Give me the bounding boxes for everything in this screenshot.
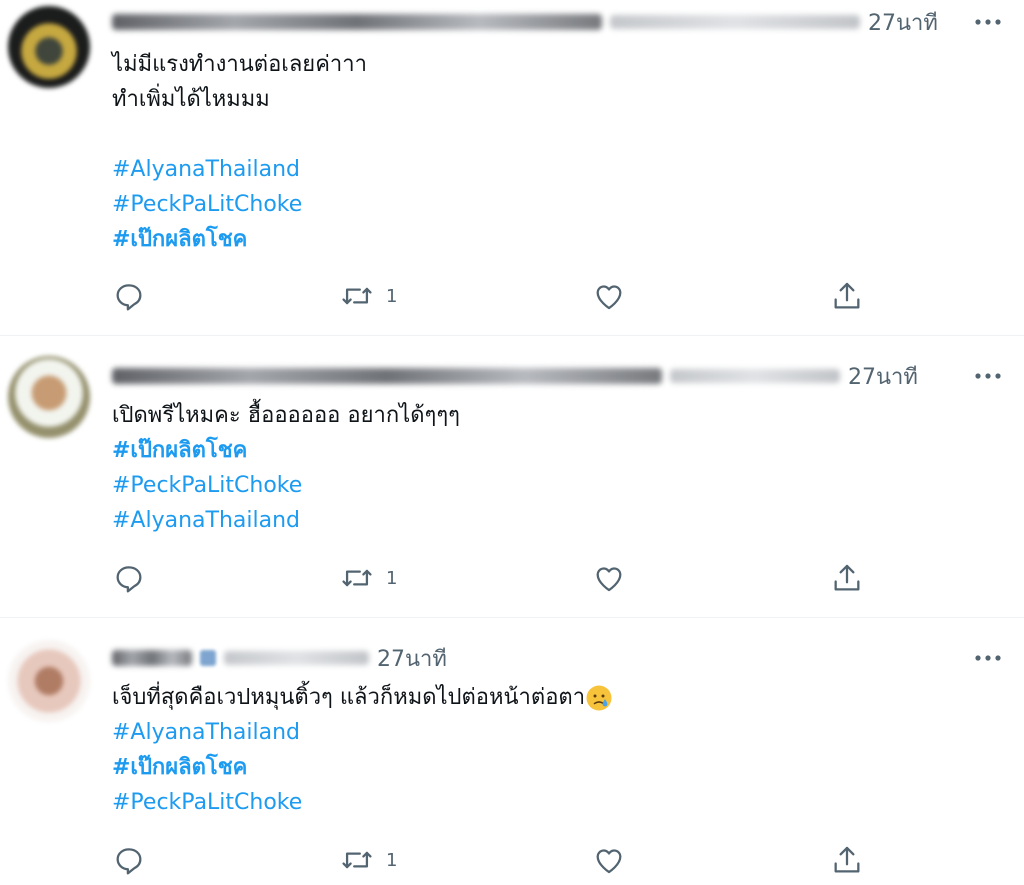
retweet-icon — [342, 851, 372, 869]
hashtag-link[interactable]: #PeckPaLitChoke — [112, 785, 613, 820]
more-icon[interactable] — [972, 644, 1004, 672]
display-name-blurred[interactable] — [112, 368, 662, 384]
retweet-button[interactable]: 1 — [340, 842, 397, 878]
more-icon[interactable] — [972, 8, 1004, 36]
retweet-count: 1 — [386, 567, 398, 589]
like-icon — [596, 567, 622, 592]
tweet-text-line: ไม่มีแรงทำงานต่อเลยค่าาา — [112, 52, 367, 77]
timestamp[interactable]: 27นาที — [868, 5, 938, 40]
hashtag-link[interactable]: #AlyanaThailand — [112, 152, 367, 187]
display-name-blurred[interactable] — [112, 650, 192, 666]
share-icon — [834, 282, 860, 309]
share-icon — [834, 846, 860, 873]
hashtag-link[interactable]: #PeckPaLitChoke — [112, 468, 460, 503]
reply-icon — [116, 848, 142, 875]
hashtag-link[interactable]: #AlyanaThailand — [112, 715, 613, 750]
share-icon — [834, 564, 860, 591]
reply-icon — [116, 284, 142, 311]
tweet-header: 27นาที — [112, 362, 918, 390]
retweet-count: 1 — [386, 285, 398, 307]
reply-icon — [116, 566, 142, 593]
tweet[interactable]: 27นาที เจ็บที่สุดคือเวปหมุนติ้วๆ แล้วก็ห… — [0, 618, 1024, 885]
hashtag-link[interactable]: #เป๊กผลิตโชค — [112, 222, 367, 257]
tweet-text: เปิดพรีไหมคะ ฮื้ออออออ อยากได้ๆๆๆ #เป๊กผ… — [112, 398, 460, 538]
hashtag-link[interactable]: #PeckPaLitChoke — [112, 187, 367, 222]
retweet-count: 1 — [386, 849, 398, 871]
retweet-button[interactable]: 1 — [340, 278, 397, 314]
tweet-text-line: ทำเพิ่มได้ไหมมม — [112, 87, 270, 112]
tweet-text-line: เจ็บที่สุดคือเวปหมุนติ้วๆ แล้วก็หมดไปต่อ… — [112, 680, 613, 715]
like-icon — [596, 849, 622, 874]
tweet-header: 27นาที — [112, 8, 938, 36]
share-button[interactable] — [830, 842, 864, 878]
tweet[interactable]: 27นาที เปิดพรีไหมคะ ฮื้ออออออ อยากได้ๆๆๆ… — [0, 336, 1024, 617]
reply-button[interactable] — [112, 560, 146, 596]
retweet-icon — [342, 569, 372, 587]
hashtag-link[interactable]: #AlyanaThailand — [112, 503, 460, 538]
tweet-text: ไม่มีแรงทำงานต่อเลยค่าาา ทำเพิ่มได้ไหมมม… — [112, 47, 367, 257]
tweet-text: เจ็บที่สุดคือเวปหมุนติ้วๆ แล้วก็หมดไปต่อ… — [112, 680, 613, 820]
timestamp[interactable]: 27นาที — [848, 359, 918, 394]
display-name-blurred[interactable] — [112, 14, 602, 30]
retweet-icon — [342, 287, 372, 305]
share-button[interactable] — [830, 278, 864, 314]
action-bar: 1 — [112, 560, 872, 596]
share-button[interactable] — [830, 560, 864, 596]
handle-blurred[interactable] — [610, 15, 860, 29]
tweet[interactable]: 27นาที ไม่มีแรงทำงานต่อเลยค่าาา ทำเพิ่มไ… — [0, 0, 1024, 335]
timestamp[interactable]: 27นาที — [377, 641, 447, 676]
crying-face-emoji-icon — [586, 685, 612, 711]
more-icon[interactable] — [972, 362, 1004, 390]
like-icon — [596, 285, 622, 310]
tweet-text-line: เปิดพรีไหมคะ ฮื้ออออออ อยากได้ๆๆๆ — [112, 403, 460, 428]
action-bar: 1 — [112, 278, 872, 314]
like-button[interactable] — [592, 560, 626, 596]
reply-button[interactable] — [112, 842, 146, 878]
tweet-text-segment: เจ็บที่สุดคือเวปหมุนติ้วๆ แล้วก็หมดไปต่อ… — [112, 685, 586, 710]
like-button[interactable] — [592, 278, 626, 314]
action-bar: 1 — [112, 842, 872, 878]
retweet-button[interactable]: 1 — [340, 560, 397, 596]
tweet-header: 27นาที — [112, 644, 447, 672]
hashtag-link[interactable]: #เป๊กผลิตโชค — [112, 433, 460, 468]
reply-button[interactable] — [112, 278, 146, 314]
avatar[interactable] — [8, 356, 90, 438]
avatar[interactable] — [8, 6, 90, 88]
hashtag-link[interactable]: #เป๊กผลิตโชค — [112, 750, 613, 785]
handle-blurred[interactable] — [224, 651, 369, 665]
handle-blurred[interactable] — [670, 369, 840, 383]
verified-badge-icon — [200, 650, 216, 666]
avatar[interactable] — [8, 640, 90, 722]
like-button[interactable] — [592, 842, 626, 878]
